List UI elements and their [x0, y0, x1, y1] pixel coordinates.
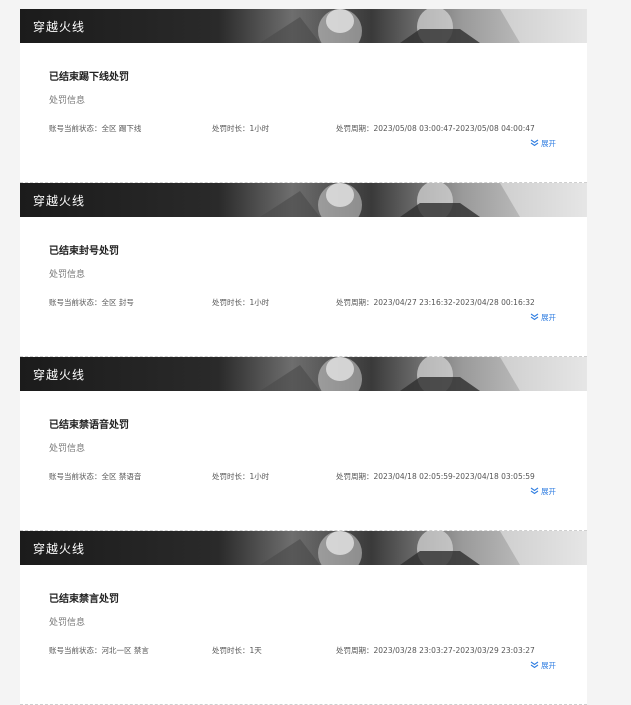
game-banner: 穿越火线 — [20, 357, 587, 391]
expand-label: 展开 — [541, 313, 556, 322]
punishment-title: 已结束禁言处罚 — [49, 594, 119, 605]
game-name: 穿越火线 — [33, 194, 86, 208]
expand-label: 展开 — [541, 139, 556, 148]
punishment-card: 穿越火线 已结束禁语音处罚 处罚信息 账号当前状态：全区 禁语音 处罚时长：1小… — [20, 357, 587, 531]
punishment-period: 处罚周期：2023/03/28 23:03:27-2023/03/29 23:0… — [336, 646, 535, 655]
punishment-duration: 处罚时长：1小时 — [212, 124, 270, 133]
banner-character-art — [260, 531, 587, 565]
punishment-period: 处罚周期：2023/05/08 03:00:47-2023/05/08 04:0… — [336, 124, 535, 133]
game-name: 穿越火线 — [33, 542, 86, 556]
punishment-card: 穿越火线 已结束封号处罚 处罚信息 账号当前状态：全区 封号 处罚时长：1小时 … — [20, 183, 587, 357]
punishment-period: 处罚周期：2023/04/27 23:16:32-2023/04/28 00:1… — [336, 298, 535, 307]
punishment-body: 已结束踢下线处罚 处罚信息 账号当前状态：全区 踢下线 处罚时长：1小时 处罚周… — [20, 43, 587, 183]
punishment-body: 已结束禁言处罚 处罚信息 账号当前状态：河北一区 禁言 处罚时长：1天 处罚周期… — [20, 565, 587, 705]
punishment-duration: 处罚时长：1小时 — [212, 298, 270, 307]
expand-button[interactable]: 展开 — [530, 660, 556, 671]
expand-label: 展开 — [541, 661, 556, 670]
punishment-title: 已结束踢下线处罚 — [49, 72, 129, 83]
account-status: 账号当前状态：全区 踢下线 — [49, 124, 142, 133]
account-status: 账号当前状态：河北一区 禁言 — [49, 646, 149, 655]
expand-label: 展开 — [541, 487, 556, 496]
punishment-body: 已结束封号处罚 处罚信息 账号当前状态：全区 封号 处罚时长：1小时 处罚周期：… — [20, 217, 587, 357]
game-banner: 穿越火线 — [20, 531, 587, 565]
game-name: 穿越火线 — [33, 20, 86, 34]
punishment-title: 已结束封号处罚 — [49, 246, 119, 257]
punishment-duration: 处罚时长：1小时 — [212, 472, 270, 481]
game-name: 穿越火线 — [33, 368, 86, 382]
double-chevron-down-icon — [530, 139, 539, 147]
banner-character-art — [260, 183, 587, 217]
expand-button[interactable]: 展开 — [530, 486, 556, 497]
account-status: 账号当前状态：全区 封号 — [49, 298, 134, 307]
punishment-card: 穿越火线 已结束踢下线处罚 处罚信息 账号当前状态：全区 踢下线 处罚时长：1小… — [20, 9, 587, 183]
punishment-info-label: 处罚信息 — [49, 618, 86, 628]
double-chevron-down-icon — [530, 661, 539, 669]
double-chevron-down-icon — [530, 313, 539, 321]
banner-character-art — [260, 9, 587, 43]
punishment-info-label: 处罚信息 — [49, 270, 86, 280]
banner-character-art — [260, 357, 587, 391]
punishment-duration: 处罚时长：1天 — [212, 646, 262, 655]
expand-button[interactable]: 展开 — [530, 138, 556, 149]
expand-button[interactable]: 展开 — [530, 312, 556, 323]
punishment-info-label: 处罚信息 — [49, 96, 86, 106]
game-banner: 穿越火线 — [20, 183, 587, 217]
punishment-info-label: 处罚信息 — [49, 444, 86, 454]
account-status: 账号当前状态：全区 禁语音 — [49, 472, 142, 481]
punishment-period: 处罚周期：2023/04/18 02:05:59-2023/04/18 03:0… — [336, 472, 535, 481]
punishment-title: 已结束禁语音处罚 — [49, 420, 129, 431]
punishment-body: 已结束禁语音处罚 处罚信息 账号当前状态：全区 禁语音 处罚时长：1小时 处罚周… — [20, 391, 587, 531]
punishment-card: 穿越火线 已结束禁言处罚 处罚信息 账号当前状态：河北一区 禁言 处罚时长：1天… — [20, 531, 587, 705]
double-chevron-down-icon — [530, 487, 539, 495]
game-banner: 穿越火线 — [20, 9, 587, 43]
